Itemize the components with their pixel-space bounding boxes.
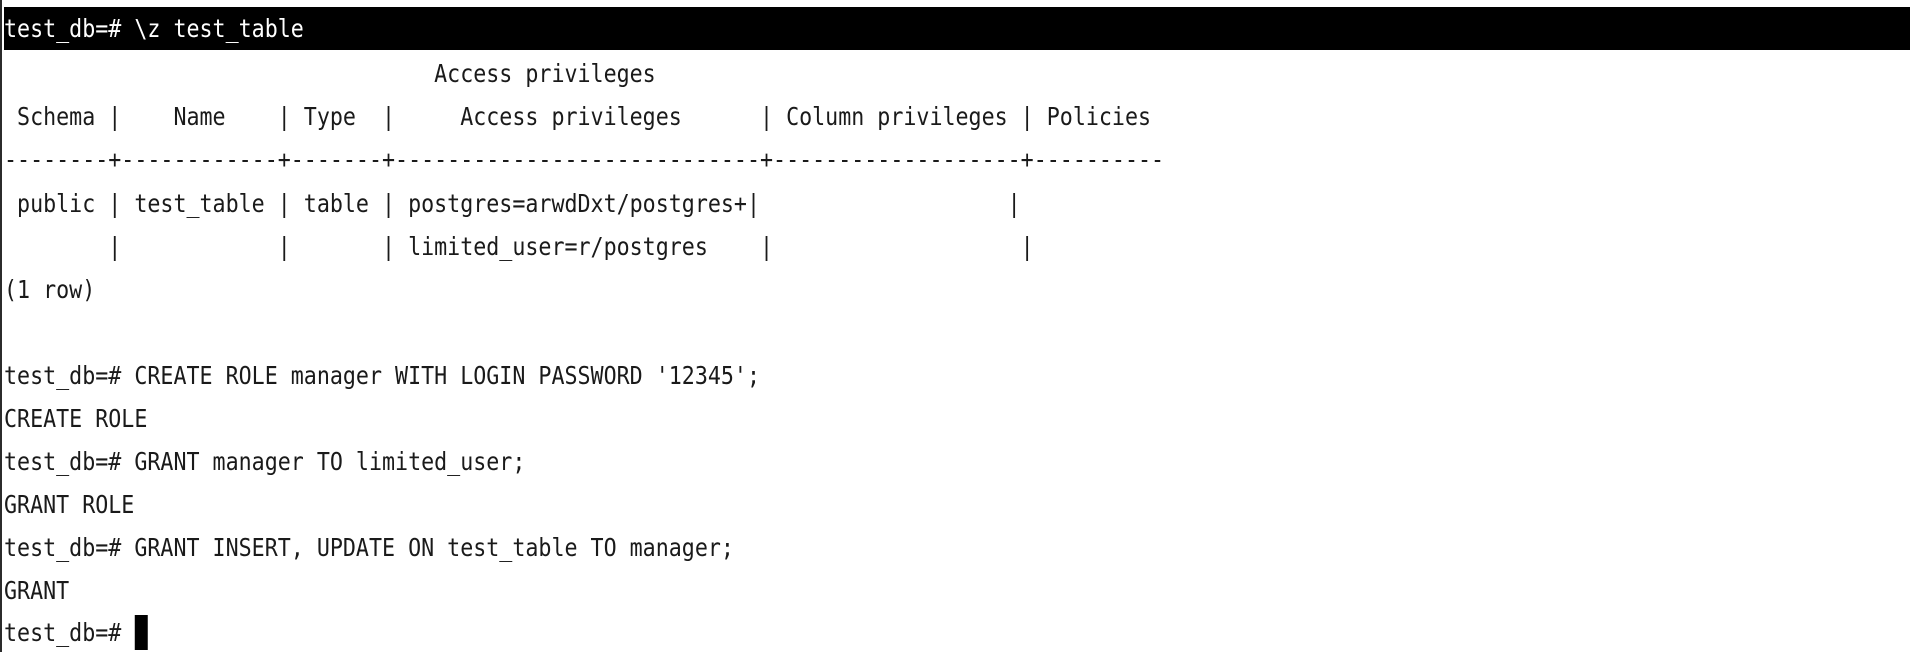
table-row-continuation: | | | limited_user=r/postgres | | [4, 232, 1034, 261]
command-output: GRANT [4, 576, 70, 605]
command-line-highlighted: test_db=# \z test_table [4, 7, 1910, 50]
row-count: (1 row) [4, 275, 96, 304]
table-row: public | test_table | table | postgres=a… [4, 189, 1021, 218]
text-cursor [134, 614, 148, 650]
terminal-window[interactable]: test_db=# \z test_table Access privilege… [0, 0, 1910, 652]
prompt-line[interactable]: test_db=# [4, 613, 148, 653]
command-line: test_db=# GRANT manager TO limited_user; [4, 447, 526, 476]
command-output: GRANT ROLE [4, 490, 135, 519]
table-header-row: Schema | Name | Type | Access privileges… [4, 102, 1152, 131]
table-title: Access privileges [4, 59, 656, 88]
command-line: test_db=# GRANT INSERT, UPDATE ON test_t… [4, 533, 734, 562]
command-line: test_db=# CREATE ROLE manager WITH LOGIN… [4, 361, 761, 390]
table-separator: --------+------------+-------+----------… [4, 145, 1165, 174]
command-output: CREATE ROLE [4, 404, 148, 433]
prompt: test_db=# [4, 618, 135, 647]
window-top-edge [2, 0, 1910, 7]
